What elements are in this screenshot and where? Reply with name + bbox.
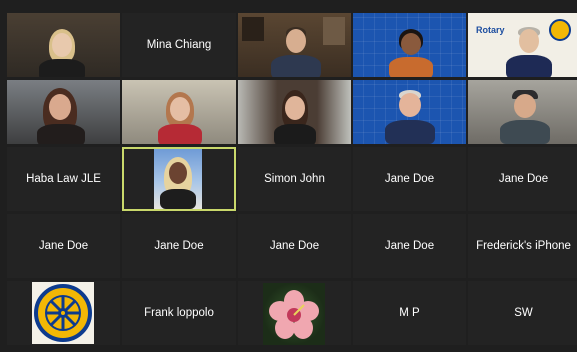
participant-person xyxy=(271,27,321,77)
zoom-gallery-view: Mina Chiang Rotary Haba Law JLE Simon Jo… xyxy=(0,0,577,352)
participant-name: Jane Doe xyxy=(498,173,549,185)
participant-person xyxy=(158,157,198,209)
participant-tile-video-4[interactable]: Rotary xyxy=(468,13,577,77)
bookshelf-decor xyxy=(242,17,264,41)
participant-tile-video-2[interactable] xyxy=(238,13,351,77)
participant-name: Jane Doe xyxy=(269,240,320,252)
participant-tile-name[interactable]: Jane Doe xyxy=(122,214,236,278)
wall-decor xyxy=(323,17,345,45)
participant-name: Frederick's iPhone xyxy=(476,240,571,252)
participant-person xyxy=(385,90,435,144)
participant-tile-name[interactable]: SW xyxy=(468,281,577,345)
rotary-wheel-icon xyxy=(34,284,92,342)
participant-name: Simon John xyxy=(264,173,325,185)
participant-tile-name[interactable]: Jane Doe xyxy=(7,214,120,278)
participant-person xyxy=(506,27,552,77)
participant-name: M P xyxy=(399,307,420,319)
participant-name: Jane Doe xyxy=(154,240,204,252)
participant-tile-video-6[interactable] xyxy=(122,80,236,144)
participant-tile-video-9[interactable] xyxy=(468,80,577,144)
participant-name: Jane Doe xyxy=(384,173,435,185)
participant-tile-video-3[interactable] xyxy=(353,13,466,77)
participant-tile-name[interactable]: Mina Chiang xyxy=(122,13,236,77)
rotary-backdrop-text: Rotary xyxy=(476,25,505,35)
participant-tile-name[interactable]: Frank loppolo xyxy=(122,281,236,345)
participant-tile-video-5[interactable] xyxy=(7,80,120,144)
participant-name: Haba Law JLE xyxy=(26,173,101,185)
participant-name: Jane Doe xyxy=(38,240,89,252)
participant-tile-profile-image[interactable] xyxy=(238,281,351,345)
participant-tile-name[interactable]: Jane Doe xyxy=(468,147,577,211)
participant-tile-name[interactable]: Jane Doe xyxy=(353,214,466,278)
participant-grid: Mina Chiang Rotary Haba Law JLE Simon Jo… xyxy=(7,13,577,349)
participant-person xyxy=(37,29,87,77)
rotary-wheel-icon xyxy=(549,19,571,41)
participant-tile-name[interactable]: Jane Doe xyxy=(353,147,466,211)
participant-person xyxy=(389,29,433,77)
hibiscus-flower-icon xyxy=(269,290,319,339)
participant-tile-name[interactable]: Haba Law JLE xyxy=(7,147,120,211)
participant-tile-name[interactable]: M P xyxy=(353,281,466,345)
participant-tile-name[interactable]: Jane Doe xyxy=(238,214,351,278)
participant-tile-name[interactable]: Simon John xyxy=(238,147,351,211)
participant-tile-name[interactable]: Frederick's iPhone xyxy=(468,214,577,278)
participant-person xyxy=(156,92,204,144)
participant-tile-active-speaker[interactable] xyxy=(122,147,236,211)
participant-person xyxy=(272,90,318,144)
participant-name: SW xyxy=(514,307,533,319)
participant-person xyxy=(500,90,550,144)
participant-tile-profile-image[interactable] xyxy=(7,281,120,345)
participant-tile-video-1[interactable] xyxy=(7,13,120,77)
participant-tile-video-8[interactable] xyxy=(353,80,466,144)
participant-person xyxy=(33,88,89,144)
participant-name: Jane Doe xyxy=(384,240,435,252)
participant-name: Frank loppolo xyxy=(144,307,214,319)
participant-name: Mina Chiang xyxy=(146,39,212,51)
participant-tile-video-7[interactable] xyxy=(238,80,351,144)
